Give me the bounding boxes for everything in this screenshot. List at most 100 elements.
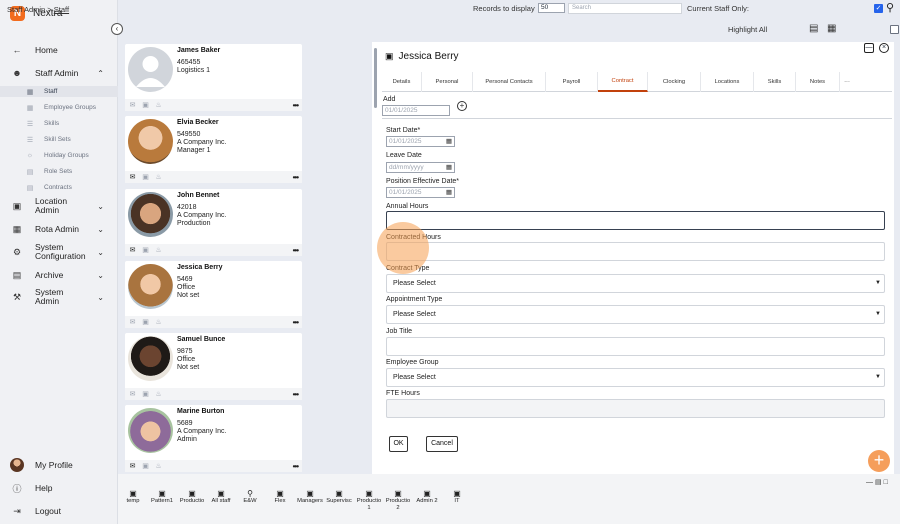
staff-card[interactable]: Marine Burton 5689 A Company Inc. Admin …	[125, 405, 302, 472]
contract-type-select[interactable]: Please Select ▼	[386, 274, 885, 293]
maximize-icon[interactable]: □	[884, 479, 890, 486]
mail-icon[interactable]: ✉	[128, 390, 137, 398]
calendar-icon[interactable]: ▦	[446, 163, 452, 172]
add-button[interactable]: +	[868, 450, 890, 472]
sidebar-subitem-contracts[interactable]: ▤ Contracts	[0, 182, 118, 193]
staff-card[interactable]: Samuel Bunce 9875 Office Not set ✉ ▣ ♨ •…	[125, 333, 302, 400]
mail-icon[interactable]: ✉	[128, 462, 137, 470]
highlight-all-checkbox[interactable]	[890, 25, 899, 34]
group-item[interactable]: ⚲ E&W	[234, 490, 266, 505]
records-input[interactable]: 50	[538, 3, 565, 13]
sidebar-subitem-skills[interactable]: ☰ Skills	[0, 118, 118, 129]
calendar-icon[interactable]: ▦	[446, 137, 452, 146]
tab-more[interactable]: ···	[840, 72, 854, 92]
mail-icon[interactable]: ✉	[128, 173, 137, 181]
bell-icon[interactable]: ♨	[154, 246, 163, 254]
sidebar-subitem-employee-groups[interactable]: ▦ Employee Groups	[0, 102, 118, 113]
group-item[interactable]: ▣ Productio	[176, 490, 208, 505]
sidebar-item-system-configuration[interactable]: ⚙ System Configuration ⌄	[0, 243, 118, 261]
sidebar-item-location-admin[interactable]: ▣ Location Admin ⌄	[0, 197, 118, 215]
calendar-icon[interactable]: ▦	[446, 188, 452, 197]
bell-icon[interactable]: ♨	[154, 101, 163, 109]
group-item[interactable]: ▣ temp	[117, 490, 149, 505]
group-item[interactable]: ▣ Productio 1	[353, 490, 385, 512]
mail-icon[interactable]: ✉	[128, 246, 137, 254]
mail-icon[interactable]: ✉	[128, 101, 137, 109]
sidebar-item-home[interactable]: ← Home	[0, 44, 118, 56]
employee-group-select[interactable]: Please Select ▼	[386, 368, 885, 387]
collapse-sidebar-button[interactable]: ‹	[111, 23, 123, 35]
group-item[interactable]: ▣ Productio 2	[382, 490, 414, 512]
message-icon[interactable]: ▣	[141, 390, 150, 398]
sidebar-item-archive[interactable]: ▤ Archive ⌄	[0, 269, 118, 281]
leave-date-input[interactable]: dd/mm/yyyy ▦	[386, 162, 455, 173]
minimize-icon[interactable]: —	[866, 479, 875, 486]
search-icon[interactable]: ⚲	[886, 1, 894, 14]
tab-personal-contacts[interactable]: Personal Contacts	[473, 72, 546, 92]
annual-hours-input[interactable]	[386, 211, 885, 230]
mail-icon[interactable]: ✉	[128, 318, 137, 326]
appointment-type-select[interactable]: Please Select ▼	[386, 305, 885, 324]
message-icon[interactable]: ▣	[141, 462, 150, 470]
sidebar-item-logout[interactable]: ⇥ Logout	[0, 505, 118, 517]
start-date-input[interactable]: 01/01/2025 ▦	[386, 136, 455, 147]
group-item[interactable]: ▣ IT	[441, 490, 473, 505]
restore-icon[interactable]: ▤	[875, 479, 884, 486]
tab-contract[interactable]: Contract	[598, 72, 648, 92]
more-icon[interactable]: •••	[293, 101, 299, 110]
cancel-button[interactable]: Cancel	[426, 436, 458, 452]
bell-icon[interactable]: ♨	[154, 390, 163, 398]
ok-button[interactable]: OK	[389, 436, 408, 452]
message-icon[interactable]: ▣	[141, 173, 150, 181]
sidebar-subitem-holiday-groups[interactable]: ☼ Holiday Groups	[0, 150, 118, 161]
group-item[interactable]: ▣ Managers	[294, 490, 326, 505]
sidebar-item-staff-admin[interactable]: ☻ Staff Admin ⌃	[0, 67, 118, 79]
sidebar-subitem-staff[interactable]: ▦ Staff	[0, 86, 118, 97]
message-icon[interactable]: ▣	[141, 101, 150, 109]
detail-scrollbar[interactable]	[374, 48, 377, 108]
bell-icon[interactable]: ♨	[154, 173, 163, 181]
tab-personal[interactable]: Personal	[422, 72, 473, 92]
staff-card[interactable]: John Bennet 42018 A Company Inc. Product…	[125, 189, 302, 256]
job-title-input[interactable]	[386, 337, 885, 356]
contracted-hours-input[interactable]	[386, 242, 885, 261]
tab-notes[interactable]: Notes	[796, 72, 840, 92]
more-icon[interactable]: •••	[293, 318, 299, 327]
current-staff-checkbox[interactable]: ✓	[874, 4, 883, 13]
position-effective-date-input[interactable]: 01/01/2025 ▦	[386, 187, 455, 198]
staff-card[interactable]: James Baker 465455 Logistics 1 ✉ ▣ ♨ •••	[125, 44, 302, 111]
bell-icon[interactable]: ♨	[154, 462, 163, 470]
more-icon[interactable]: •••	[293, 173, 299, 182]
add-date-input[interactable]: 01/01/2025	[382, 105, 450, 116]
list-view-icon[interactable]: ▤	[809, 23, 818, 34]
group-item[interactable]: ▣ Supervisc	[323, 490, 355, 505]
sidebar-item-my-profile[interactable]: My Profile	[0, 458, 118, 472]
sidebar-subitem-role-sets[interactable]: ▤ Role Sets	[0, 166, 118, 177]
sidebar-item-system-admin[interactable]: ⚒ System Admin ⌄	[0, 288, 118, 306]
tab-clocking[interactable]: Clocking	[648, 72, 701, 92]
tab-details[interactable]: Details	[382, 72, 422, 92]
group-item[interactable]: ▣ Admin 2	[411, 490, 443, 505]
close-panel-icon[interactable]: ×	[879, 43, 889, 53]
bell-icon[interactable]: ♨	[154, 318, 163, 326]
search-input[interactable]: Search	[568, 3, 682, 14]
sidebar-item-help[interactable]: ⓘ Help	[0, 482, 118, 494]
add-contract-icon[interactable]: +	[457, 101, 467, 111]
sidebar-item-rota-admin[interactable]: ▦ Rota Admin ⌄	[0, 223, 118, 235]
message-icon[interactable]: ▣	[141, 318, 150, 326]
grid-view-icon[interactable]: ▦	[827, 23, 836, 34]
more-icon[interactable]: •••	[293, 390, 299, 399]
breadcrumb-root[interactable]: Staff Admin	[7, 5, 45, 14]
group-item[interactable]: ▣ Flex	[264, 490, 296, 505]
group-item[interactable]: ▣ All staff	[205, 490, 237, 505]
sidebar-subitem-skill-sets[interactable]: ☰ Skill Sets	[0, 134, 118, 145]
breadcrumb-current[interactable]: Staff	[54, 5, 69, 14]
tab-skills[interactable]: Skills	[754, 72, 796, 92]
message-icon[interactable]: ▣	[141, 246, 150, 254]
more-icon[interactable]: •••	[293, 246, 299, 255]
more-icon[interactable]: •••	[293, 462, 299, 471]
minimize-panel-icon[interactable]: —	[864, 43, 874, 53]
staff-card[interactable]: Elvia Becker 549550 A Company Inc. Manag…	[125, 116, 302, 183]
tab-locations[interactable]: Locations	[701, 72, 754, 92]
tab-payroll[interactable]: Payroll	[546, 72, 598, 92]
